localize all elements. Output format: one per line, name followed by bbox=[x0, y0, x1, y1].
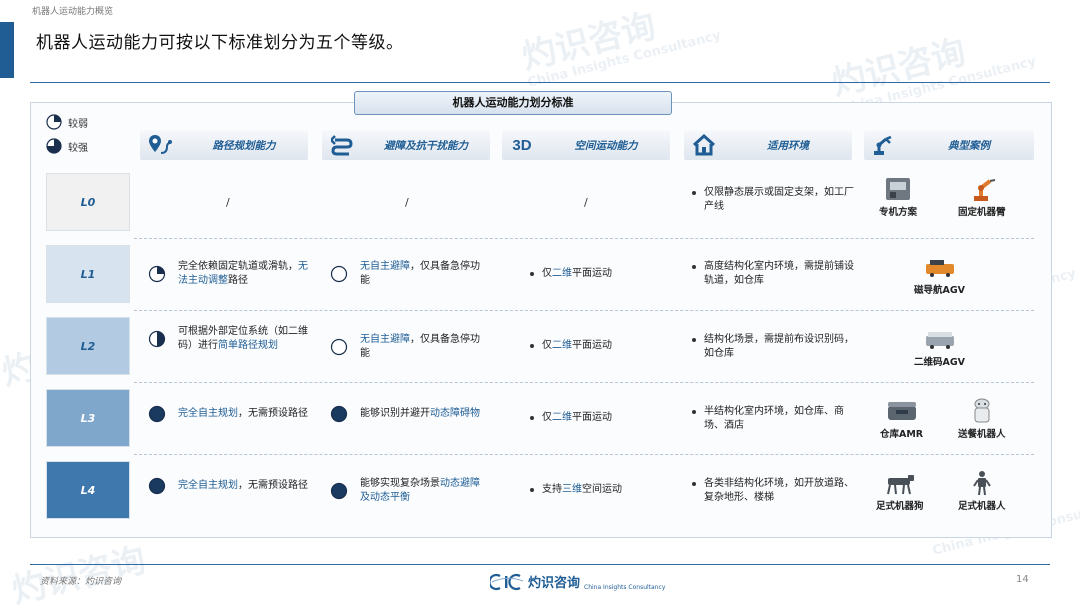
env-cell-l3: 半结构化室内环境，如仓库、商场、酒店 bbox=[692, 405, 858, 433]
delivery-robot-icon bbox=[974, 398, 990, 423]
machine-icon bbox=[886, 178, 910, 200]
space-cell-l3: 仅二维平面运动 bbox=[530, 411, 670, 425]
watermark-logo: 灼识咨询 bbox=[8, 540, 150, 608]
bullet bbox=[530, 416, 534, 420]
robot-arm-icon bbox=[973, 179, 995, 201]
env-cell-l4: 各类非结构化环境，如开放道路、复杂地形、楼梯 bbox=[692, 477, 858, 505]
quarter-circle-icon bbox=[148, 265, 172, 283]
avoid-arrows-icon bbox=[322, 134, 362, 156]
row-divider bbox=[134, 382, 1034, 383]
robot-arm-icon bbox=[864, 134, 904, 156]
avoid-cell-l3: 能够识别并避开动态障碍物 bbox=[330, 405, 480, 423]
row-divider bbox=[134, 238, 1034, 239]
cic-logo-icon bbox=[490, 573, 524, 590]
bullet bbox=[530, 344, 534, 348]
full-circle-icon bbox=[148, 405, 172, 423]
case-delivery-robot: 送餐机器人 bbox=[958, 398, 1006, 440]
space-cell-l1: 仅二维平面运动 bbox=[530, 267, 670, 281]
level-badge-l4: L4 bbox=[46, 461, 130, 519]
space-cell-l4: 支持三维空间运动 bbox=[530, 483, 670, 497]
empty-circle-icon bbox=[330, 338, 354, 356]
case-magnetic-agv: 磁导航AGV bbox=[914, 254, 965, 296]
row-divider bbox=[134, 310, 1034, 311]
company-logo: 灼识咨询 China Insights Consultancy bbox=[490, 572, 665, 591]
legend-strong: 较强 bbox=[46, 138, 88, 154]
source-note: 资料来源：灼识咨询 bbox=[40, 577, 122, 587]
page-number: 14 bbox=[1016, 574, 1029, 585]
three-quarter-circle-icon bbox=[46, 138, 62, 154]
column-header-spatial-motion: 3D 空间运动能力 bbox=[502, 130, 670, 160]
three-quarter-circle-icon bbox=[330, 482, 354, 500]
env-cell-l1: 高度结构化室内环境，需提前铺设轨道，如仓库 bbox=[692, 260, 858, 288]
path-cell-l4: 完全自主规划，无需预设路径 bbox=[148, 477, 314, 495]
case-warehouse-amr: 仓库AMR bbox=[880, 398, 923, 440]
level-badge-l2: L2 bbox=[46, 317, 130, 375]
env-cell-l0: 仅限静态展示或固定支架，如工厂产线 bbox=[692, 186, 858, 214]
avoid-cell-l1: 无自主避障，仅具备急停功能 bbox=[330, 260, 480, 288]
amr-icon bbox=[887, 402, 916, 420]
panel-banner: 机器人运动能力划分标准 bbox=[354, 91, 672, 115]
map-pin-route-icon bbox=[140, 133, 180, 157]
footer-divider bbox=[30, 564, 1050, 565]
avoid-cell-l2: 无自主避障，仅具备急停功能 bbox=[330, 333, 480, 361]
3d-icon: 3D bbox=[512, 136, 532, 154]
avoid-cell-l0: / bbox=[405, 196, 409, 209]
half-circle-icon bbox=[148, 330, 172, 348]
legend-weak-label: 较弱 bbox=[68, 118, 88, 130]
case-fixed-robot-arm: 固定机器臂 bbox=[958, 176, 1006, 218]
legend-weak: 较弱 bbox=[46, 114, 88, 130]
bullet bbox=[692, 338, 696, 342]
bullet bbox=[692, 410, 696, 414]
case-legged-robot: 足式机器人 bbox=[958, 470, 1006, 512]
bullet bbox=[530, 488, 534, 492]
bullet bbox=[530, 272, 534, 276]
level-badge-l1: L1 bbox=[46, 245, 130, 303]
column-header-path-planning: 路径规划能力 bbox=[140, 130, 308, 160]
robot-dog-icon bbox=[886, 475, 914, 495]
full-circle-icon bbox=[148, 477, 172, 495]
space-cell-l2: 仅二维平面运动 bbox=[530, 339, 670, 353]
header-divider bbox=[30, 82, 1050, 83]
house-icon bbox=[684, 134, 724, 156]
path-cell-l2: 可根据外部定位系统（如二维码）进行简单路径规划 bbox=[148, 325, 314, 353]
row-divider bbox=[134, 454, 1034, 455]
case-robot-dog: 足式机器狗 bbox=[876, 470, 924, 512]
legend-strong-label: 较强 bbox=[68, 142, 88, 154]
column-header-obstacle-avoidance: 避障及抗干扰能力 bbox=[322, 130, 490, 160]
case-dedicated-machine: 专机方案 bbox=[878, 176, 918, 218]
breadcrumb: 机器人运动能力概览 bbox=[32, 7, 114, 17]
path-cell-l1: 完全依赖固定轨道或滑轨，无法主动调整路径 bbox=[148, 260, 314, 288]
agv-icon bbox=[925, 260, 954, 277]
path-cell-l0: / bbox=[226, 196, 230, 209]
space-cell-l0: / bbox=[584, 196, 588, 209]
level-badge-l3: L3 bbox=[46, 389, 130, 447]
agv-icon bbox=[925, 332, 954, 349]
title-accent-bar bbox=[0, 22, 14, 78]
column-header-environment: 适用环境 bbox=[684, 130, 852, 160]
full-circle-icon bbox=[330, 405, 354, 423]
page-title: 机器人运动能力可按以下标准划分为五个等级。 bbox=[36, 33, 404, 53]
case-qr-agv: 二维码AGV bbox=[914, 326, 965, 368]
bullet bbox=[692, 265, 696, 269]
empty-circle-icon bbox=[330, 265, 354, 283]
avoid-cell-l4: 能够实现复杂场景动态避障及动态平衡 bbox=[330, 477, 480, 505]
path-cell-l3: 完全自主规划，无需预设路径 bbox=[148, 405, 314, 423]
watermark-logo: 灼识咨询 bbox=[828, 32, 970, 104]
column-header-typical-cases: 典型案例 bbox=[864, 130, 1034, 160]
watermark-logo: 灼识咨询 bbox=[518, 6, 660, 78]
level-badge-l0: L0 bbox=[46, 173, 130, 231]
bullet bbox=[692, 191, 696, 195]
quarter-circle-icon bbox=[46, 114, 62, 130]
bullet bbox=[692, 482, 696, 486]
legged-robot-icon bbox=[972, 471, 991, 496]
env-cell-l2: 结构化场景，需提前布设识别码，如仓库 bbox=[692, 333, 858, 361]
